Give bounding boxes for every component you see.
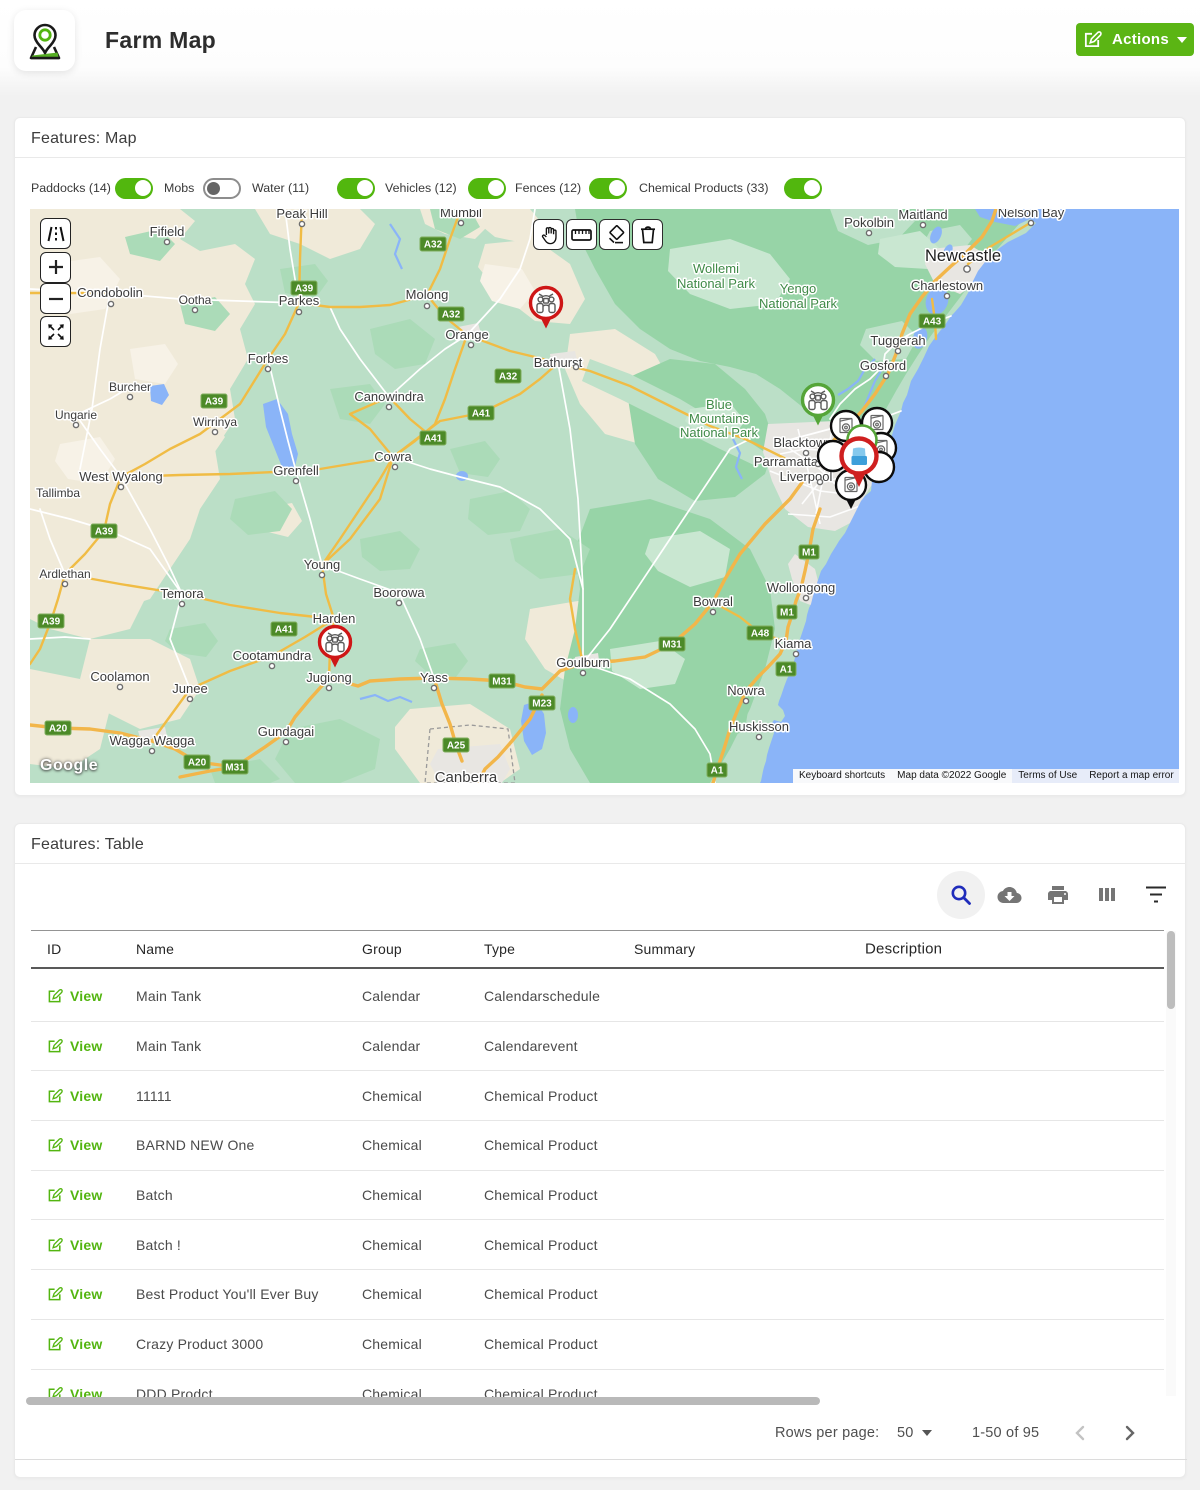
svg-text:M1: M1 bbox=[780, 608, 794, 619]
svg-text:M31: M31 bbox=[492, 677, 512, 688]
svg-text:Burcher: Burcher bbox=[109, 380, 151, 394]
svg-text:Temora: Temora bbox=[160, 586, 204, 601]
svg-text:National Park: National Park bbox=[680, 425, 759, 440]
svg-text:Young: Young bbox=[304, 557, 340, 572]
svg-text:A32: A32 bbox=[499, 372, 518, 383]
svg-text:Condobolin: Condobolin bbox=[77, 285, 143, 300]
svg-text:A32: A32 bbox=[424, 240, 443, 251]
svg-text:Peak Hill: Peak Hill bbox=[276, 209, 327, 221]
svg-text:A20: A20 bbox=[188, 758, 207, 769]
svg-text:Grenfell: Grenfell bbox=[273, 463, 319, 478]
svg-text:Yengo: Yengo bbox=[780, 281, 816, 296]
svg-text:A1: A1 bbox=[711, 766, 724, 777]
svg-text:Canowindra: Canowindra bbox=[354, 389, 424, 404]
svg-text:Nowra: Nowra bbox=[727, 683, 765, 698]
svg-text:Ootha: Ootha bbox=[179, 293, 212, 307]
svg-text:Bowral: Bowral bbox=[693, 594, 733, 609]
svg-text:Goulburn: Goulburn bbox=[556, 655, 609, 670]
svg-text:A39: A39 bbox=[42, 617, 61, 628]
svg-text:Newcastle: Newcastle bbox=[925, 247, 1001, 265]
svg-text:Jugiong: Jugiong bbox=[306, 670, 352, 685]
svg-text:Cowra: Cowra bbox=[374, 449, 412, 464]
svg-text:A48: A48 bbox=[751, 629, 770, 640]
svg-text:Junee: Junee bbox=[172, 681, 207, 696]
svg-text:Huskisson: Huskisson bbox=[729, 719, 789, 734]
svg-text:A41: A41 bbox=[275, 625, 294, 636]
svg-text:A41: A41 bbox=[424, 434, 443, 445]
svg-text:Tuggerah: Tuggerah bbox=[870, 333, 925, 348]
svg-text:Ardlethan: Ardlethan bbox=[39, 567, 90, 581]
svg-text:A39: A39 bbox=[95, 527, 114, 538]
svg-text:Liverpool: Liverpool bbox=[780, 469, 833, 484]
svg-text:Nelson Bay: Nelson Bay bbox=[998, 209, 1065, 220]
svg-text:A20: A20 bbox=[49, 724, 68, 735]
svg-text:Pokolbin: Pokolbin bbox=[844, 215, 894, 230]
svg-text:Harden: Harden bbox=[313, 611, 356, 626]
svg-text:Charlestown: Charlestown bbox=[911, 278, 983, 293]
svg-text:A43: A43 bbox=[923, 317, 942, 328]
svg-text:Tallimba: Tallimba bbox=[36, 486, 80, 500]
svg-text:Mumbil: Mumbil bbox=[440, 209, 482, 220]
svg-text:A25: A25 bbox=[447, 741, 466, 752]
svg-text:Mountains: Mountains bbox=[689, 411, 749, 426]
svg-text:A32: A32 bbox=[442, 310, 461, 321]
svg-text:Parkes: Parkes bbox=[279, 293, 320, 308]
svg-text:Forbes: Forbes bbox=[248, 351, 289, 366]
svg-text:Parramatta: Parramatta bbox=[754, 454, 819, 469]
svg-text:Wagga Wagga: Wagga Wagga bbox=[109, 733, 195, 748]
svg-text:Yass: Yass bbox=[420, 670, 448, 685]
svg-text:Canberra: Canberra bbox=[435, 769, 498, 783]
svg-text:Gundagai: Gundagai bbox=[258, 724, 314, 739]
svg-text:Blue: Blue bbox=[706, 397, 732, 412]
svg-text:Coolamon: Coolamon bbox=[90, 669, 149, 684]
svg-text:M23: M23 bbox=[532, 699, 552, 710]
svg-text:A41: A41 bbox=[472, 409, 491, 420]
svg-text:A1: A1 bbox=[780, 665, 793, 676]
svg-text:M31: M31 bbox=[225, 763, 245, 774]
svg-text:Molong: Molong bbox=[406, 287, 449, 302]
svg-text:M1: M1 bbox=[802, 548, 816, 559]
svg-text:West Wyalong: West Wyalong bbox=[79, 469, 162, 484]
svg-text:Cootamundra: Cootamundra bbox=[233, 648, 313, 663]
svg-text:Ungarie: Ungarie bbox=[55, 408, 97, 422]
svg-text:Wollongong: Wollongong bbox=[767, 580, 835, 595]
svg-text:National Park: National Park bbox=[677, 276, 756, 291]
svg-text:Wirrinya: Wirrinya bbox=[193, 415, 237, 429]
svg-text:Fifield: Fifield bbox=[150, 224, 185, 239]
svg-text:A39: A39 bbox=[205, 397, 224, 408]
svg-text:Gosford: Gosford bbox=[860, 358, 906, 373]
svg-text:Maitland: Maitland bbox=[898, 209, 947, 222]
svg-text:Boorowa: Boorowa bbox=[373, 585, 425, 600]
svg-text:M31: M31 bbox=[662, 640, 682, 651]
svg-text:Wollemi: Wollemi bbox=[693, 261, 739, 276]
svg-text:Kiama: Kiama bbox=[775, 636, 813, 651]
svg-text:Orange: Orange bbox=[445, 327, 488, 342]
svg-text:National Park: National Park bbox=[759, 296, 838, 311]
